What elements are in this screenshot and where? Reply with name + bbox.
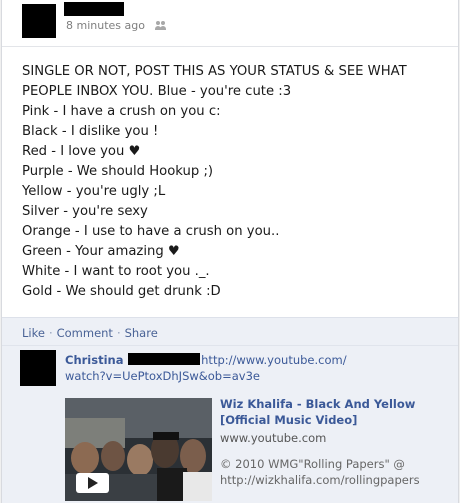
status-line: Green - Your amazing ♥ — [22, 244, 180, 259]
commenter-surname-redacted — [128, 353, 201, 365]
post-meta: 8 minutes ago — [66, 19, 169, 32]
comment-url[interactable]: http://www.youtube.com/ — [201, 353, 346, 367]
status-line: Silver - you're sexy — [22, 204, 148, 219]
share-link[interactable]: Share — [125, 326, 158, 340]
comment-body: Christina http://www.youtube.com/ watch?… — [65, 352, 435, 384]
status-line: Red - I love you ♥ — [22, 144, 141, 159]
status-line: Pink - I have a crush on you c: — [22, 104, 221, 119]
status-text: SINGLE OR NOT, POST THIS AS YOUR STATUS … — [22, 62, 442, 302]
status-line: SINGLE OR NOT, POST THIS AS YOUR STATUS … — [22, 64, 407, 99]
video-info: Wiz Khalifa - Black And Yellow [Official… — [220, 396, 435, 488]
status-line: Orange - I use to have a crush on you.. — [22, 224, 280, 239]
commenter-avatar[interactable] — [20, 350, 56, 386]
video-description: © 2010 WMG"Rolling Papers" @ http://wizk… — [220, 457, 420, 487]
comment: Christina http://www.youtube.com/ watch?… — [2, 345, 458, 503]
divider — [2, 46, 458, 47]
post-card: 8 minutes ago SINGLE OR NOT, POST THIS A… — [1, 0, 459, 503]
poster-avatar[interactable] — [22, 4, 56, 38]
comment-link[interactable]: Comment — [57, 326, 113, 340]
poster-name-redacted[interactable] — [64, 2, 124, 16]
post-timestamp[interactable]: 8 minutes ago — [66, 19, 145, 32]
status-line: Gold - We should get drunk :D — [22, 284, 221, 299]
commenter-name[interactable]: Christina — [65, 353, 123, 367]
separator: · — [116, 326, 121, 340]
comment-url-continued[interactable]: watch?v=UePtoxDhJSw&ob=av3e — [65, 369, 260, 383]
separator: · — [48, 326, 53, 340]
status-line: Yellow - you're ugly ;L — [22, 184, 166, 199]
friends-icon[interactable] — [154, 20, 169, 31]
video-domain: www.youtube.com — [220, 431, 327, 445]
like-link[interactable]: Like — [22, 326, 45, 340]
video-thumbnail[interactable] — [65, 398, 212, 501]
video-title[interactable]: Wiz Khalifa - Black And Yellow [Official… — [220, 396, 435, 428]
post-actions: Like · Comment · Share — [2, 317, 458, 345]
play-icon[interactable] — [76, 473, 109, 493]
status-line: Purple - We should Hookup ;) — [22, 164, 214, 179]
status-line: Black - I dislike you ! — [22, 124, 159, 139]
status-line: White - I want to root you ._. — [22, 264, 210, 279]
